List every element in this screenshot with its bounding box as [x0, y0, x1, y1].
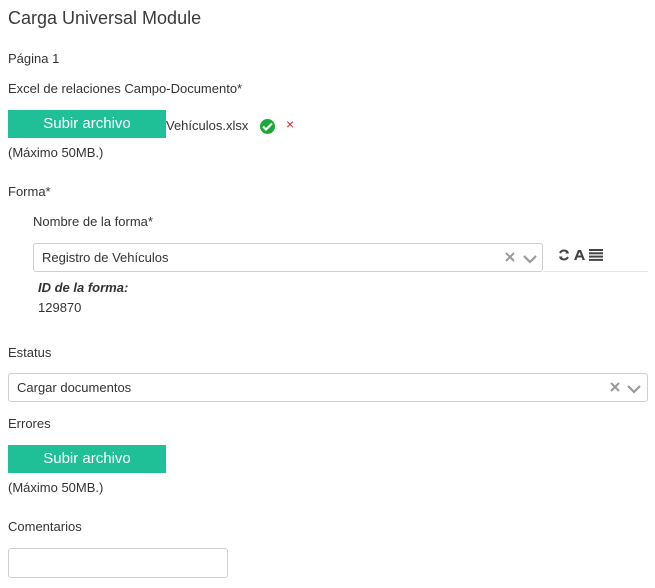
forma-select[interactable]: Registro de Vehículos: [33, 243, 543, 272]
chevron-down-icon[interactable]: [523, 252, 537, 264]
list-icon[interactable]: [589, 248, 603, 266]
clear-icon[interactable]: [504, 251, 516, 263]
errores-max-size: (Máximo 50MB.): [8, 480, 104, 495]
chevron-down-icon[interactable]: [627, 382, 641, 394]
excel-max-size: (Máximo 50MB.): [8, 145, 104, 160]
forma-name-label: Nombre de la forma*: [33, 214, 153, 229]
uploaded-file-name: Vehículos.xlsx: [166, 118, 249, 133]
forma-id-label: ID de la forma:: [38, 280, 129, 295]
errores-upload-button[interactable]: Subir archivo: [8, 445, 166, 473]
estatus-select[interactable]: Cargar documentos: [8, 373, 648, 402]
estatus-select-value: Cargar documentos: [17, 380, 132, 395]
excel-label: Excel de relaciones Campo-Documento*: [8, 81, 243, 96]
page-title: Carga Universal Module: [8, 8, 202, 28]
forma-id-value: 129870: [38, 300, 82, 315]
divider: [543, 271, 648, 272]
page-label: Página 1: [8, 51, 60, 66]
remove-file-icon[interactable]: ×: [286, 117, 294, 131]
errores-label: Errores: [8, 416, 51, 431]
clear-icon[interactable]: [609, 381, 621, 393]
forma-select-value: Registro de Vehículos: [42, 250, 169, 265]
check-circle-icon: [260, 119, 275, 134]
refresh-icon[interactable]: [558, 248, 570, 266]
comentarios-input[interactable]: [8, 548, 228, 578]
comentarios-label: Comentarios: [8, 519, 82, 534]
forma-label: Forma*: [8, 184, 51, 199]
font-icon[interactable]: [573, 248, 586, 266]
estatus-label: Estatus: [8, 345, 52, 360]
excel-upload-button[interactable]: Subir archivo: [8, 110, 166, 138]
